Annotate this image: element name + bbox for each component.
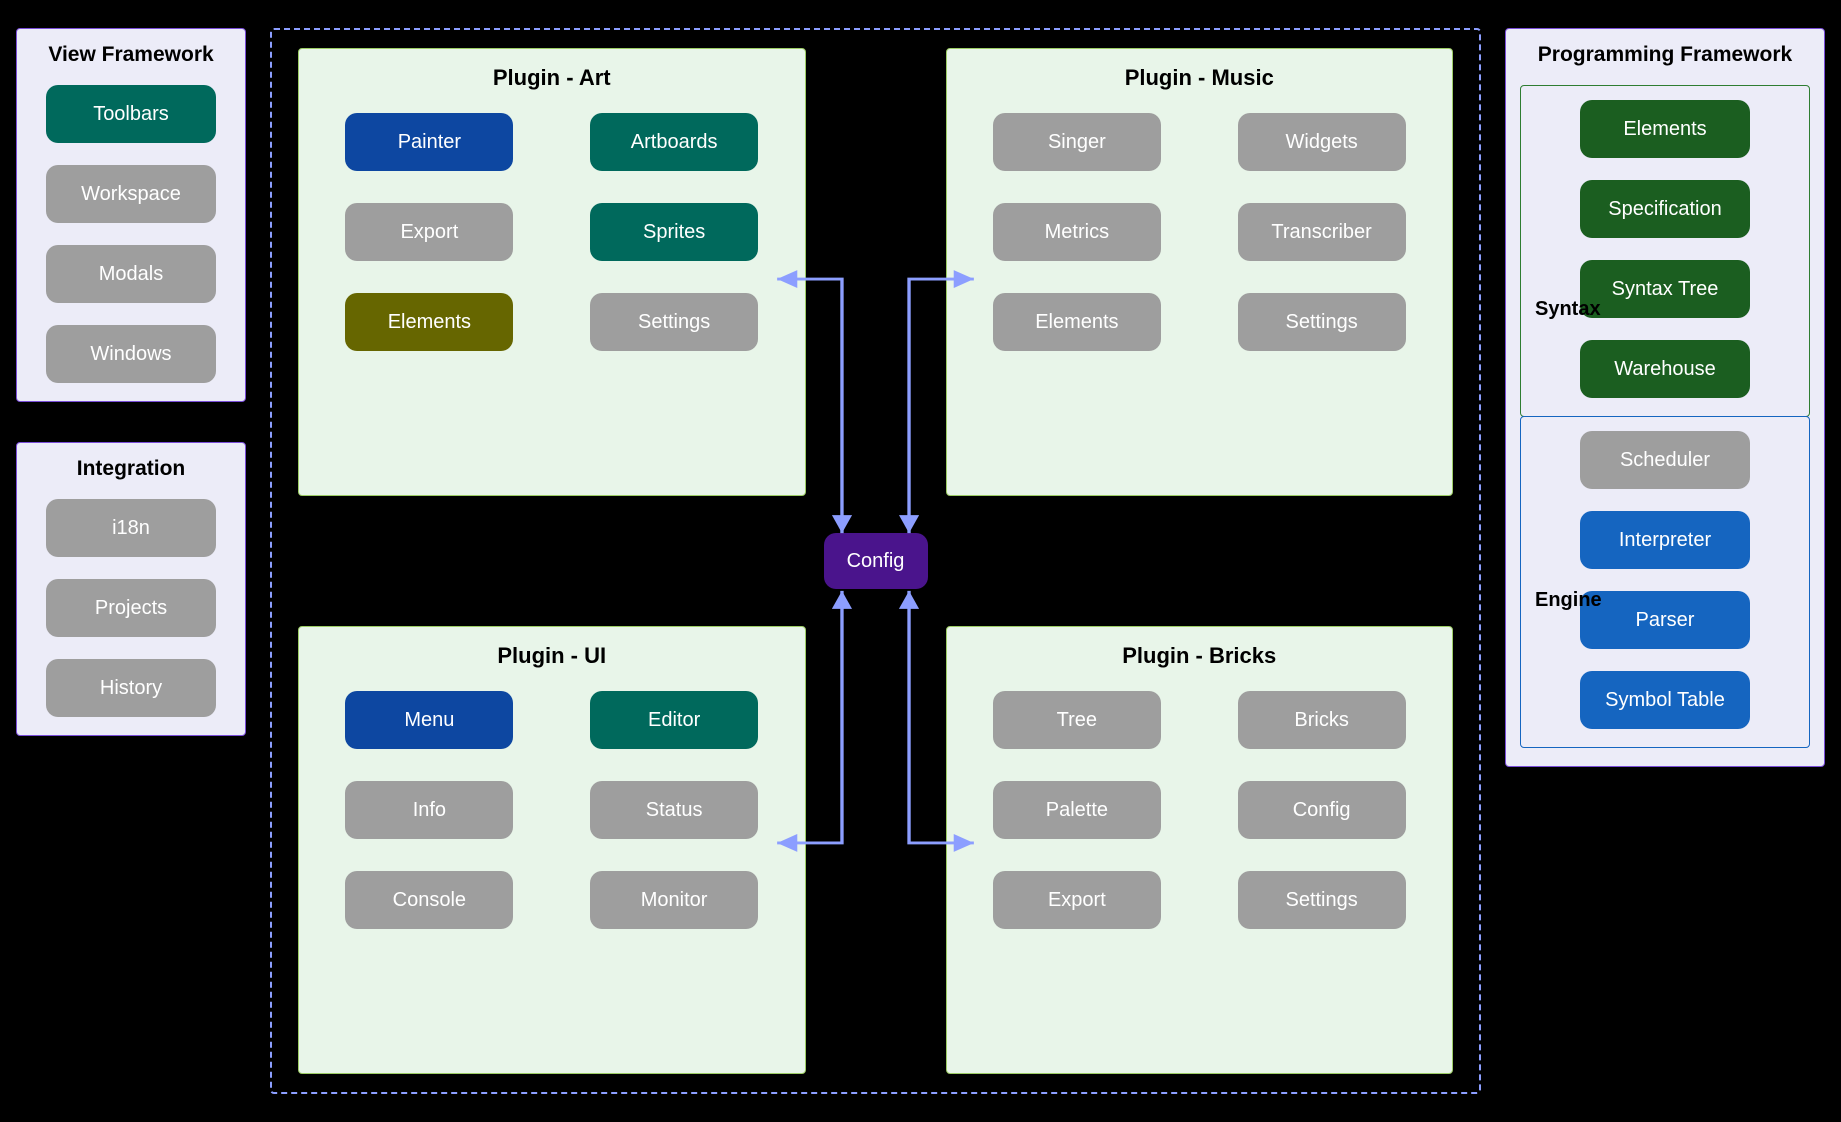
chip-syntax-tree: Syntax Tree	[1580, 260, 1750, 318]
chip-monitor: Monitor	[590, 871, 758, 929]
chip-palette: Palette	[993, 781, 1161, 839]
chip-info: Info	[345, 781, 513, 839]
programming-framework-title: Programming Framework	[1520, 43, 1810, 67]
chip-artboards: Artboards	[590, 113, 758, 171]
chip-windows: Windows	[46, 325, 216, 383]
plugin-ui-title: Plugin - UI	[497, 643, 606, 669]
chip-music-settings: Settings	[1238, 293, 1406, 351]
chip-bricks-export: Export	[993, 871, 1161, 929]
chip-workspace: Workspace	[46, 165, 216, 223]
engine-subbox: Engine Scheduler Interpreter Parser Symb…	[1520, 416, 1810, 748]
plugin-ui: Plugin - UI Menu Editor Info Status Cons…	[298, 626, 806, 1074]
chip-music-elements: Elements	[993, 293, 1161, 351]
left-column: View Framework Toolbars Workspace Modals…	[16, 28, 246, 736]
chip-singer: Singer	[993, 113, 1161, 171]
plugin-art: Plugin - Art Painter Artboards Export Sp…	[298, 48, 806, 496]
chip-settings: Settings	[590, 293, 758, 351]
integration-title: Integration	[31, 457, 231, 481]
chip-bricks: Bricks	[1238, 691, 1406, 749]
chip-metrics: Metrics	[993, 203, 1161, 261]
chip-transcriber: Transcriber	[1238, 203, 1406, 261]
chip-symbol-table: Symbol Table	[1580, 671, 1750, 729]
chip-config: Config	[1238, 781, 1406, 839]
syntax-subbox: Syntax Elements Specification Syntax Tre…	[1520, 85, 1810, 417]
view-framework-title: View Framework	[31, 43, 231, 67]
chip-history: History	[46, 659, 216, 717]
plugin-art-title: Plugin - Art	[493, 65, 611, 91]
chip-export: Export	[345, 203, 513, 261]
plugins-container: Plugin - Art Painter Artboards Export Sp…	[270, 28, 1481, 1094]
chip-parser: Parser	[1580, 591, 1750, 649]
chip-elements: Elements	[345, 293, 513, 351]
plugin-music: Plugin - Music Singer Widgets Metrics Tr…	[946, 48, 1454, 496]
chip-scheduler: Scheduler	[1580, 431, 1750, 489]
integration-panel: Integration i18n Projects History	[16, 442, 246, 736]
chip-syntax-elements: Elements	[1580, 100, 1750, 158]
plugin-music-title: Plugin - Music	[1125, 65, 1274, 91]
plugin-bricks: Plugin - Bricks Tree Bricks Palette Conf…	[946, 626, 1454, 1074]
engine-label: Engine	[1535, 589, 1602, 612]
view-framework-panel: View Framework Toolbars Workspace Modals…	[16, 28, 246, 402]
chip-projects: Projects	[46, 579, 216, 637]
chip-menu: Menu	[345, 691, 513, 749]
chip-modals: Modals	[46, 245, 216, 303]
chip-editor: Editor	[590, 691, 758, 749]
chip-painter: Painter	[345, 113, 513, 171]
chip-widgets: Widgets	[1238, 113, 1406, 171]
programming-framework-panel: Programming Framework Syntax Elements Sp…	[1505, 28, 1825, 767]
plugin-bricks-title: Plugin - Bricks	[1122, 643, 1276, 669]
chip-bricks-settings: Settings	[1238, 871, 1406, 929]
chip-sprites: Sprites	[590, 203, 758, 261]
chip-tree: Tree	[993, 691, 1161, 749]
config-node: Config	[824, 533, 928, 589]
chip-toolbars: Toolbars	[46, 85, 216, 143]
chip-syntax-warehouse: Warehouse	[1580, 340, 1750, 398]
chip-status: Status	[590, 781, 758, 839]
chip-interpreter: Interpreter	[1580, 511, 1750, 569]
syntax-label: Syntax	[1535, 298, 1601, 321]
chip-i18n: i18n	[46, 499, 216, 557]
chip-syntax-specification: Specification	[1580, 180, 1750, 238]
chip-console: Console	[345, 871, 513, 929]
